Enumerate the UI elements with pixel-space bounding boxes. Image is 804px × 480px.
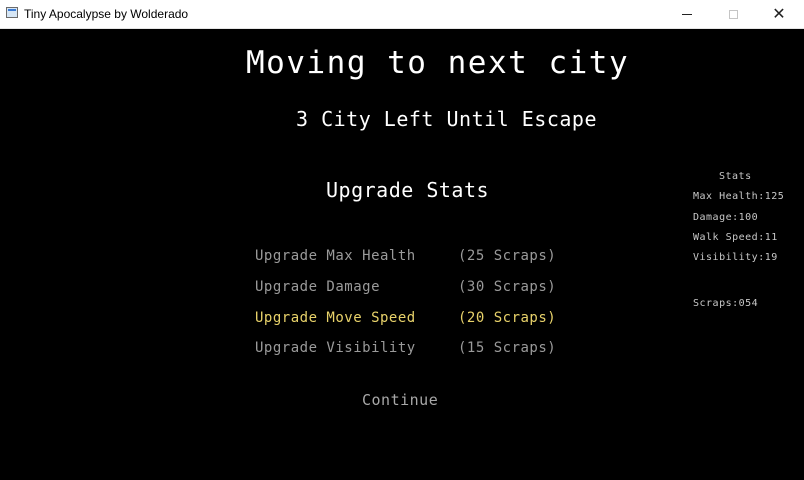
game-screen: Moving to next city 3 City Left Until Es… — [0, 29, 804, 480]
upgrade-label: Upgrade Max Health — [255, 248, 416, 264]
stat-scraps: Scraps:054 — [693, 298, 759, 309]
upgrade-label: Upgrade Visibility — [255, 340, 416, 356]
upgrade-cost: (20 Scraps) — [458, 310, 557, 326]
close-button[interactable]: ✕ — [756, 0, 802, 28]
window-title-bar: Tiny Apocalypse by Wolderado ✕ — [0, 0, 804, 29]
minimize-icon — [682, 13, 692, 15]
stat-damage: Damage:100 — [693, 212, 759, 223]
upgrade-cost: (30 Scraps) — [458, 279, 557, 295]
minimize-button[interactable] — [664, 0, 710, 28]
upgrade-visibility-option[interactable]: Upgrade Visibility (15 Scraps) — [255, 340, 575, 362]
stat-walk-speed: Walk Speed:11 — [693, 232, 778, 243]
upgrade-cost: (25 Scraps) — [458, 248, 557, 264]
cities-left-text: 3 City Left Until Escape — [296, 107, 597, 131]
upgrade-move-speed-option[interactable]: Upgrade Move Speed (20 Scraps) — [255, 310, 575, 332]
window-title: Tiny Apocalypse by Wolderado — [24, 7, 189, 21]
continue-button[interactable]: Continue — [362, 391, 438, 409]
maximize-icon — [728, 9, 738, 19]
stat-max-health: Max Health:125 — [693, 191, 785, 202]
upgrade-cost: (15 Scraps) — [458, 340, 557, 356]
app-window-icon — [6, 7, 18, 18]
close-icon: ✕ — [772, 6, 786, 23]
upgrade-stats-title: Upgrade Stats — [326, 178, 490, 202]
upgrade-max-health-option[interactable]: Upgrade Max Health (25 Scraps) — [255, 248, 575, 270]
maximize-button[interactable] — [710, 0, 756, 28]
upgrade-label: Upgrade Damage — [255, 279, 381, 295]
screen-heading: Moving to next city — [246, 45, 630, 81]
stats-title: Stats — [719, 171, 752, 182]
stat-visibility: Visibility:19 — [693, 252, 778, 263]
upgrade-label: Upgrade Move Speed — [255, 310, 416, 326]
upgrade-damage-option[interactable]: Upgrade Damage (30 Scraps) — [255, 279, 575, 301]
